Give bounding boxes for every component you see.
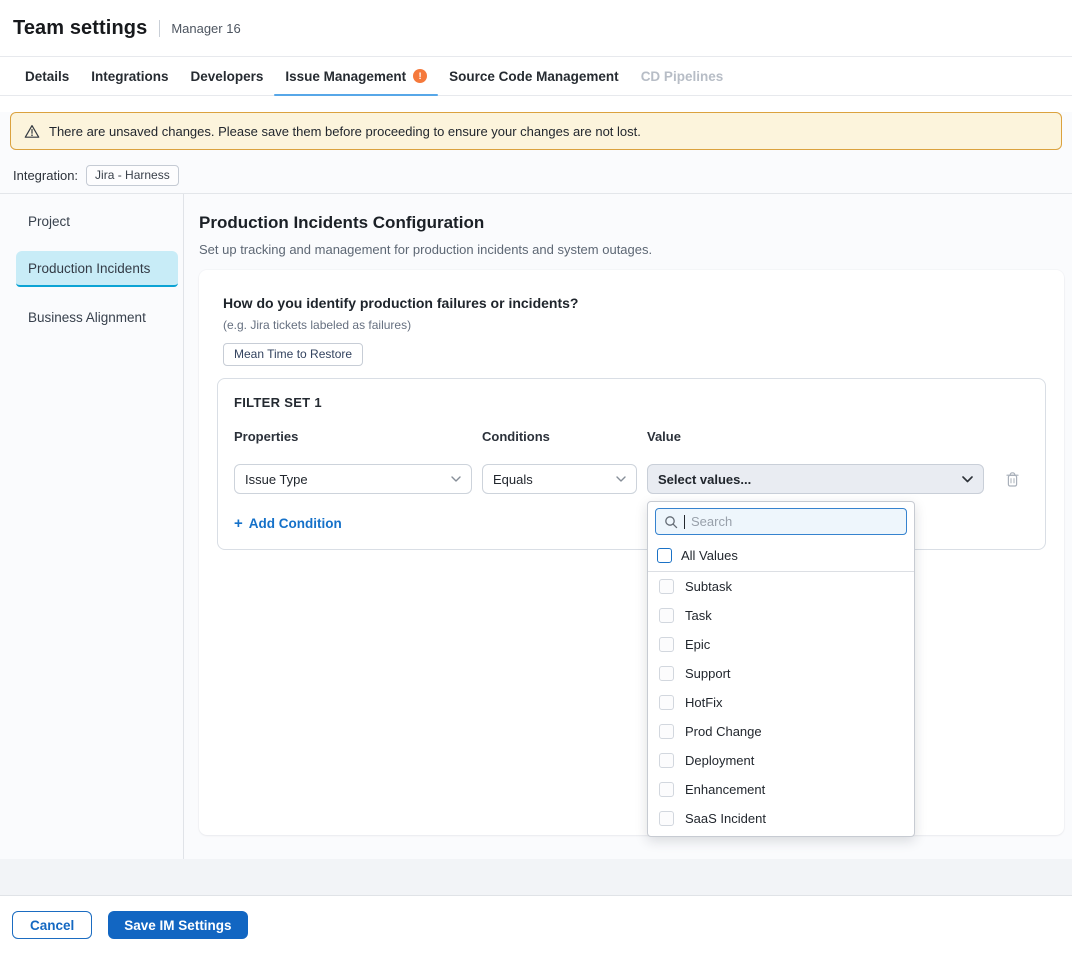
metric-chip[interactable]: Mean Time to Restore <box>223 343 363 366</box>
option-checkbox[interactable] <box>659 666 674 681</box>
tab-issue-management[interactable]: Issue Management ! <box>274 57 438 95</box>
filter-set-title: FILTER SET 1 <box>234 395 1029 410</box>
option-label: HotFix <box>685 695 723 710</box>
select-all-checkbox[interactable] <box>657 548 672 563</box>
chevron-down-icon <box>962 476 973 483</box>
column-header-properties: Properties <box>234 429 472 444</box>
option-checkbox[interactable] <box>659 724 674 739</box>
option-label: Prod Change <box>685 724 762 739</box>
option-label: Epic <box>685 637 710 652</box>
tab-issue-management-label: Issue Management <box>285 69 406 84</box>
search-input[interactable] <box>691 514 898 529</box>
question-hint: (e.g. Jira tickets labeled as failures) <box>223 318 1046 332</box>
dropdown-option-customer-notification[interactable]: Customer Notification <box>648 833 914 837</box>
option-label: Subtask <box>685 579 732 594</box>
text-caret <box>684 515 685 529</box>
config-card: How do you identify production failures … <box>199 270 1064 835</box>
option-checkbox[interactable] <box>659 637 674 652</box>
tab-details[interactable]: Details <box>14 57 80 95</box>
dropdown-option-epic[interactable]: Epic <box>648 630 914 659</box>
value-select-placeholder: Select values... <box>658 472 751 487</box>
question-heading: How do you identify production failures … <box>223 295 1046 311</box>
dropdown-option-saas-incident[interactable]: SaaS Incident <box>648 804 914 833</box>
sidebar-item-project[interactable]: Project <box>16 203 178 239</box>
select-all-option[interactable]: All Values <box>648 541 914 572</box>
option-checkbox[interactable] <box>659 579 674 594</box>
sidebar-item-production-incidents[interactable]: Production Incidents <box>16 251 178 287</box>
cancel-button[interactable]: Cancel <box>12 911 92 939</box>
option-label: Enhancement <box>685 782 765 797</box>
dropdown-option-subtask[interactable]: Subtask <box>648 572 914 601</box>
option-checkbox[interactable] <box>659 608 674 623</box>
section-title: Production Incidents Configuration <box>199 213 1064 233</box>
integration-chip[interactable]: Jira - Harness <box>86 165 179 186</box>
property-select[interactable]: Issue Type <box>234 464 472 494</box>
tab-cd-pipelines: CD Pipelines <box>630 57 735 95</box>
property-select-value: Issue Type <box>245 472 308 487</box>
value-multiselect-trigger[interactable]: Select values... <box>647 464 984 494</box>
dropdown-search <box>655 508 907 535</box>
chevron-down-icon <box>616 476 626 482</box>
add-condition-button[interactable]: + Add Condition <box>234 516 342 531</box>
integration-label: Integration: <box>13 168 78 183</box>
dropdown-option-hotfix[interactable]: HotFix <box>648 688 914 717</box>
tab-integrations[interactable]: Integrations <box>80 57 179 95</box>
add-condition-label: Add Condition <box>249 516 342 531</box>
value-cell: Select values... <box>647 464 984 494</box>
content-area: There are unsaved changes. Please save t… <box>0 112 1072 859</box>
dropdown-option-enhancement[interactable]: Enhancement <box>648 775 914 804</box>
section-subtitle: Set up tracking and management for produ… <box>199 242 1064 257</box>
delete-filter-row-button[interactable] <box>1003 469 1022 490</box>
option-checkbox[interactable] <box>659 782 674 797</box>
dropdown-option-prod-change[interactable]: Prod Change <box>648 717 914 746</box>
option-label: Support <box>685 666 731 681</box>
save-im-settings-button[interactable]: Save IM Settings <box>108 911 247 939</box>
value-dropdown-panel: All Values Subtask Task <box>647 501 915 837</box>
option-checkbox[interactable] <box>659 753 674 768</box>
plus-icon: + <box>234 516 243 531</box>
select-all-label: All Values <box>681 548 738 563</box>
dropdown-option-support[interactable]: Support <box>648 659 914 688</box>
page-header: Team settings Manager 16 <box>0 0 1072 57</box>
dropdown-option-task[interactable]: Task <box>648 601 914 630</box>
option-label: SaaS Incident <box>685 811 766 826</box>
warning-text: There are unsaved changes. Please save t… <box>49 124 641 139</box>
unsaved-changes-badge-icon: ! <box>413 69 427 83</box>
sidebar-item-business-alignment[interactable]: Business Alignment <box>16 299 178 335</box>
option-label: Task <box>685 608 712 623</box>
tab-source-code-management[interactable]: Source Code Management <box>438 57 630 95</box>
trash-icon <box>1005 471 1020 488</box>
condition-select[interactable]: Equals <box>482 464 637 494</box>
footer-band <box>0 859 1072 896</box>
dropdown-option-deployment[interactable]: Deployment <box>648 746 914 775</box>
main-pane: Production Incidents Configuration Set u… <box>184 194 1072 859</box>
body-split: Project Production Incidents Business Al… <box>0 193 1072 859</box>
condition-select-value: Equals <box>493 472 533 487</box>
search-icon <box>664 515 678 529</box>
option-label: Deployment <box>685 753 754 768</box>
title-separator <box>159 20 160 37</box>
filter-row: Issue Type Equals <box>234 464 1029 494</box>
option-checkbox[interactable] <box>659 695 674 710</box>
column-header-value: Value <box>647 429 984 444</box>
filter-column-headers: Properties Conditions Value <box>234 429 1029 444</box>
settings-sidebar: Project Production Incidents Business Al… <box>0 194 184 859</box>
team-name: Manager 16 <box>171 21 240 36</box>
filter-set-box: FILTER SET 1 Properties Conditions Value… <box>217 378 1046 550</box>
page-title: Team settings <box>13 17 147 40</box>
unsaved-changes-banner: There are unsaved changes. Please save t… <box>10 112 1062 150</box>
integration-row: Integration: Jira - Harness <box>13 165 1072 186</box>
warning-triangle-icon <box>24 124 40 139</box>
tab-developers[interactable]: Developers <box>180 57 275 95</box>
footer-actions: Cancel Save IM Settings <box>0 896 1072 954</box>
chevron-down-icon <box>451 476 461 482</box>
option-checkbox[interactable] <box>659 811 674 826</box>
settings-tabbar: Details Integrations Developers Issue Ma… <box>0 57 1072 96</box>
column-header-conditions: Conditions <box>482 429 637 444</box>
